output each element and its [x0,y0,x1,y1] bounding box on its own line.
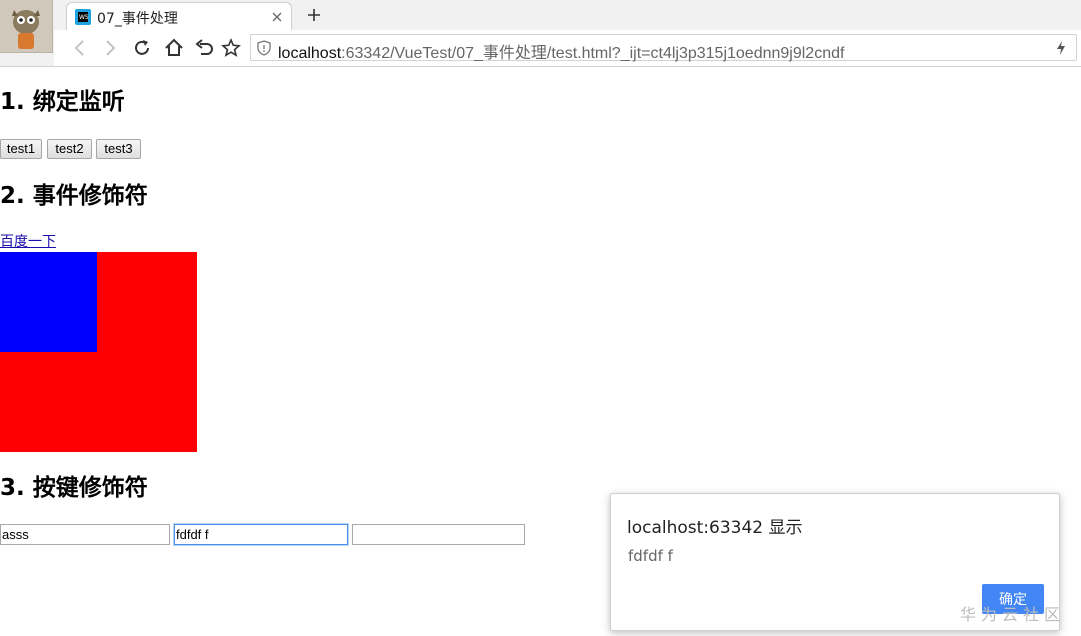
tab-active[interactable]: WS 07_事件处理 [66,2,292,31]
close-tab-icon[interactable] [269,9,285,25]
bookmark-star-icon[interactable] [219,36,243,60]
shield-icon[interactable] [257,40,271,56]
address-bar[interactable]: localhost:63342/VueTest/07_事件处理/test.htm… [250,34,1077,63]
test1-button[interactable]: test1 [0,139,42,159]
webstorm-favicon-icon: WS [75,9,91,25]
tab-strip: WS 07_事件处理 [54,0,1081,31]
back-icon[interactable] [68,36,92,60]
url-path: :63342/VueTest/07_事件处理/test.html?_ijt=ct… [341,45,845,62]
alert-title: localhost:63342 显示 [627,518,803,538]
lightning-icon[interactable] [1056,41,1066,55]
browser-toolbar: localhost:63342/VueTest/07_事件处理/test.htm… [54,30,1081,66]
browser-chrome: WS 07_事件处理 localhost:63342/VueTest/07_事件… [0,0,1081,67]
inner-blue-box[interactable] [0,252,97,352]
alert-message: fdfdf f [628,547,673,565]
heading-key-modifiers: 3. 按键修饰符 [0,475,148,501]
heading-bind-listeners: 1. 绑定监听 [0,89,125,115]
key-input-2[interactable] [174,524,348,545]
watermark: 华为云社区 [960,605,1066,624]
reload-icon[interactable] [130,36,154,60]
key-input-1[interactable] [0,524,170,545]
baidu-link[interactable]: 百度一下 [0,233,56,251]
test3-button[interactable]: test3 [96,139,141,159]
tab-title: 07_事件处理 [97,11,178,27]
forward-icon[interactable] [98,36,122,60]
outer-red-box[interactable] [0,252,197,452]
url-host: localhost [278,45,342,62]
profile-avatar[interactable] [0,0,53,53]
home-icon[interactable] [162,36,186,60]
heading-event-modifiers: 2. 事件修饰符 [0,183,148,209]
test2-button[interactable]: test2 [47,139,92,159]
svg-text:WS: WS [79,14,89,21]
new-tab-icon[interactable] [304,5,324,25]
url-text: localhost:63342/VueTest/07_事件处理/test.htm… [278,39,844,63]
undo-icon[interactable] [192,36,216,60]
key-input-3[interactable] [352,524,525,545]
